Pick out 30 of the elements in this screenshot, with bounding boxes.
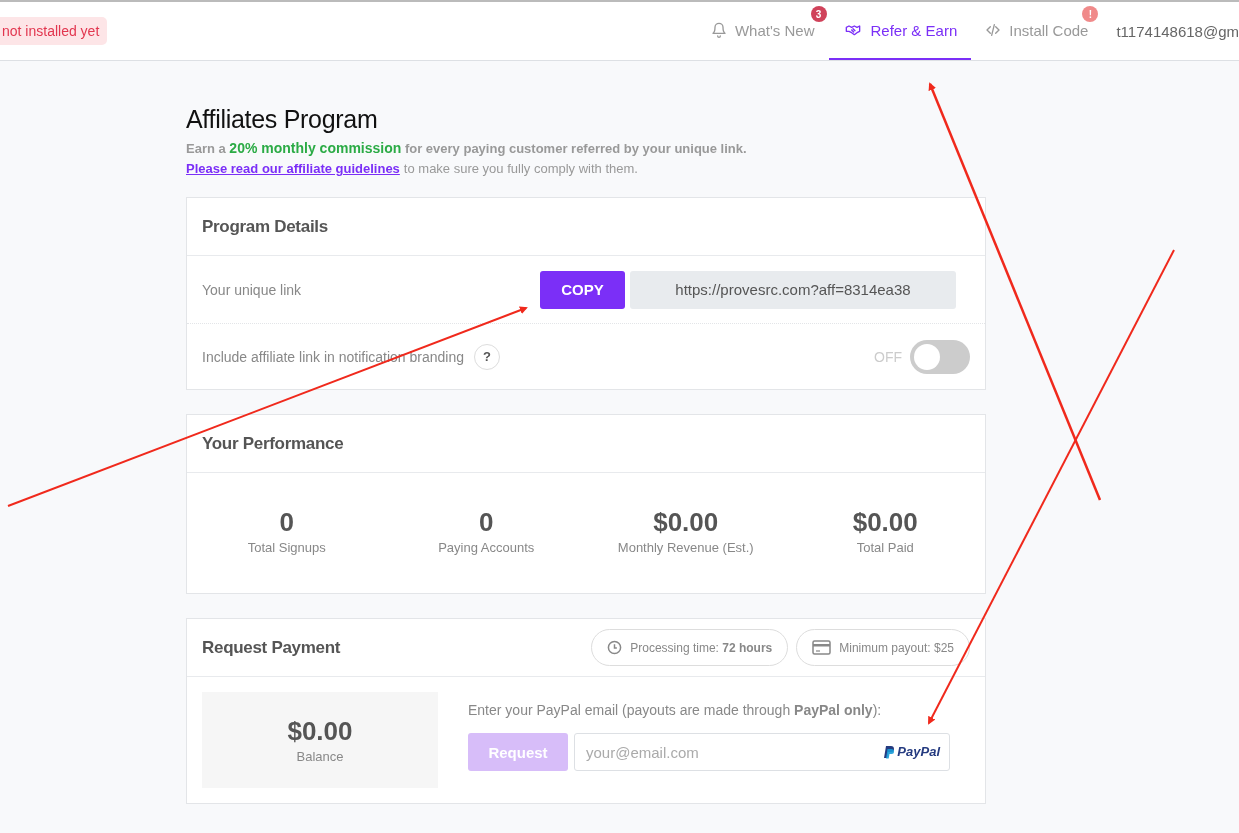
- notification-badge: !: [1082, 6, 1099, 22]
- status-badge: not installed yet: [0, 17, 108, 45]
- intro-text: Earn a 20% monthly commission for every paying customer referred by your unique link.: [186, 140, 748, 156]
- stat-label: Total Signups: [247, 540, 326, 555]
- copy-button[interactable]: COPY: [540, 270, 625, 309]
- balance-value: $0.00: [287, 716, 353, 747]
- card-title: Program Details: [202, 216, 328, 237]
- stat-value: $0.00: [653, 507, 719, 538]
- stat-value: $0.00: [852, 507, 918, 538]
- email-label: Enter your PayPal email (payouts are made through PayPal only):: [468, 702, 883, 718]
- account-email[interactable]: t1174148618@gm: [1102, 2, 1239, 60]
- stat-value: 0: [479, 507, 494, 538]
- affiliate-link-field[interactable]: https://provesrc.com?aff=8314ea38: [630, 270, 956, 309]
- stat-value: 0: [279, 507, 294, 538]
- stat-label: Total Paid: [856, 540, 914, 555]
- card-title: Request Payment: [202, 637, 341, 658]
- paypal-logo: PayPal: [882, 744, 940, 759]
- pill-text: Processing time: 72 hours: [630, 640, 773, 655]
- stat-label: Monthly Revenue (Est.): [617, 540, 754, 555]
- card-title: Your Performance: [202, 433, 344, 454]
- stat-label: Paying Accounts: [438, 540, 535, 555]
- page-title: Affiliates Program: [186, 105, 379, 134]
- pill-text: Minimum payout: $25: [839, 640, 954, 655]
- nav-tab[interactable]: Refer & Earn: [828, 2, 972, 60]
- notification-badge: 3: [810, 6, 827, 22]
- balance-label: Balance: [296, 749, 344, 764]
- nav-tab[interactable]: What's New 3: [696, 2, 829, 60]
- field-label: Your unique link: [202, 281, 302, 298]
- guidelines-link[interactable]: Please read our affiliate guidelines: [186, 161, 400, 176]
- guidelines-note: to make sure you fully comply with them.: [403, 161, 638, 176]
